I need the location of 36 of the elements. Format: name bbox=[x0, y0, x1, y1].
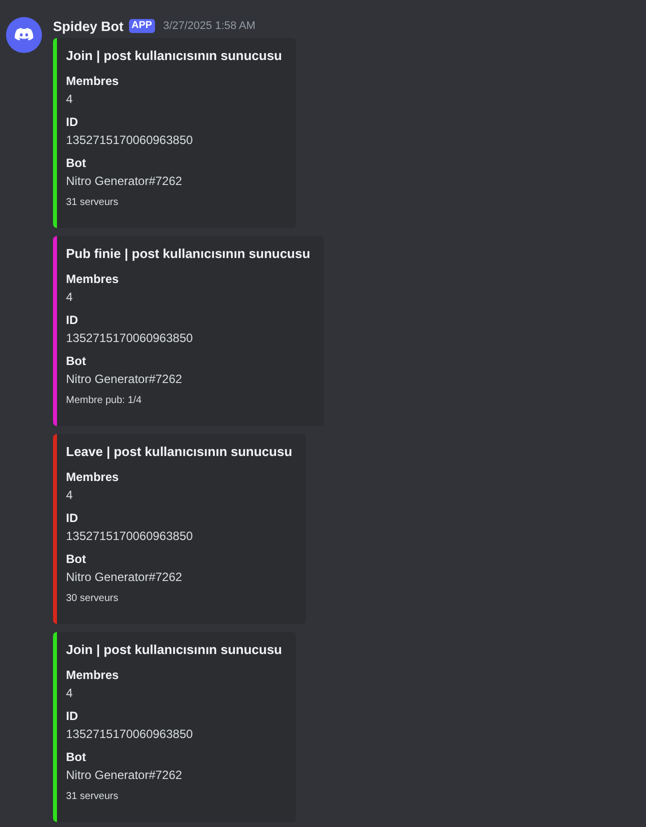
embed-title: Join | post kullanıcısının sunucusu bbox=[66, 47, 282, 65]
field-value: 4 bbox=[66, 487, 74, 504]
field-name: Membres bbox=[66, 667, 120, 684]
field-value: 4 bbox=[66, 685, 74, 702]
field-value: Nitro Generator#7262 bbox=[66, 569, 184, 586]
field-value: 4 bbox=[66, 91, 74, 108]
field-name: Membres bbox=[66, 271, 120, 288]
field-name: Membres bbox=[66, 73, 120, 90]
field-value: 1352715170060963850 bbox=[66, 726, 194, 743]
field-name: ID bbox=[66, 312, 79, 329]
embed-title: Leave | post kullanıcısının sunucusu bbox=[66, 443, 292, 461]
field-value: 1352715170060963850 bbox=[66, 132, 194, 149]
timestamp: 3/27/2025 1:58 AM bbox=[163, 20, 256, 32]
field-name: ID bbox=[66, 114, 79, 131]
embed-title: Join | post kullanıcısının sunucusu bbox=[66, 641, 282, 659]
field-value: 4 bbox=[66, 289, 74, 306]
field-name: Membres bbox=[66, 469, 120, 486]
field-name: Bot bbox=[66, 155, 87, 172]
field-value: 1352715170060963850 bbox=[66, 330, 194, 347]
field-value: Nitro Generator#7262 bbox=[66, 173, 184, 190]
app-badge: APP bbox=[128, 19, 156, 33]
avatar-icon[interactable] bbox=[6, 17, 42, 53]
field-name: ID bbox=[66, 510, 79, 527]
embed-footer: 31 serveurs bbox=[66, 790, 282, 804]
author-name[interactable]: Spidey Bot bbox=[53, 18, 124, 34]
field-value: 1352715170060963850 bbox=[66, 528, 194, 545]
embed-footer: Membre pub: 1/4 bbox=[66, 394, 310, 408]
field-value: Nitro Generator#7262 bbox=[66, 371, 184, 388]
field-name: ID bbox=[66, 708, 79, 725]
field-name: Bot bbox=[66, 353, 87, 370]
field-value: Nitro Generator#7262 bbox=[66, 767, 184, 784]
embed-footer: 31 serveurs bbox=[66, 196, 282, 210]
embed-footer: 30 serveurs bbox=[66, 592, 292, 606]
field-name: Bot bbox=[66, 749, 87, 766]
field-name: Bot bbox=[66, 551, 87, 568]
embed-title: Pub finie | post kullanıcısının sunucusu bbox=[66, 245, 310, 263]
